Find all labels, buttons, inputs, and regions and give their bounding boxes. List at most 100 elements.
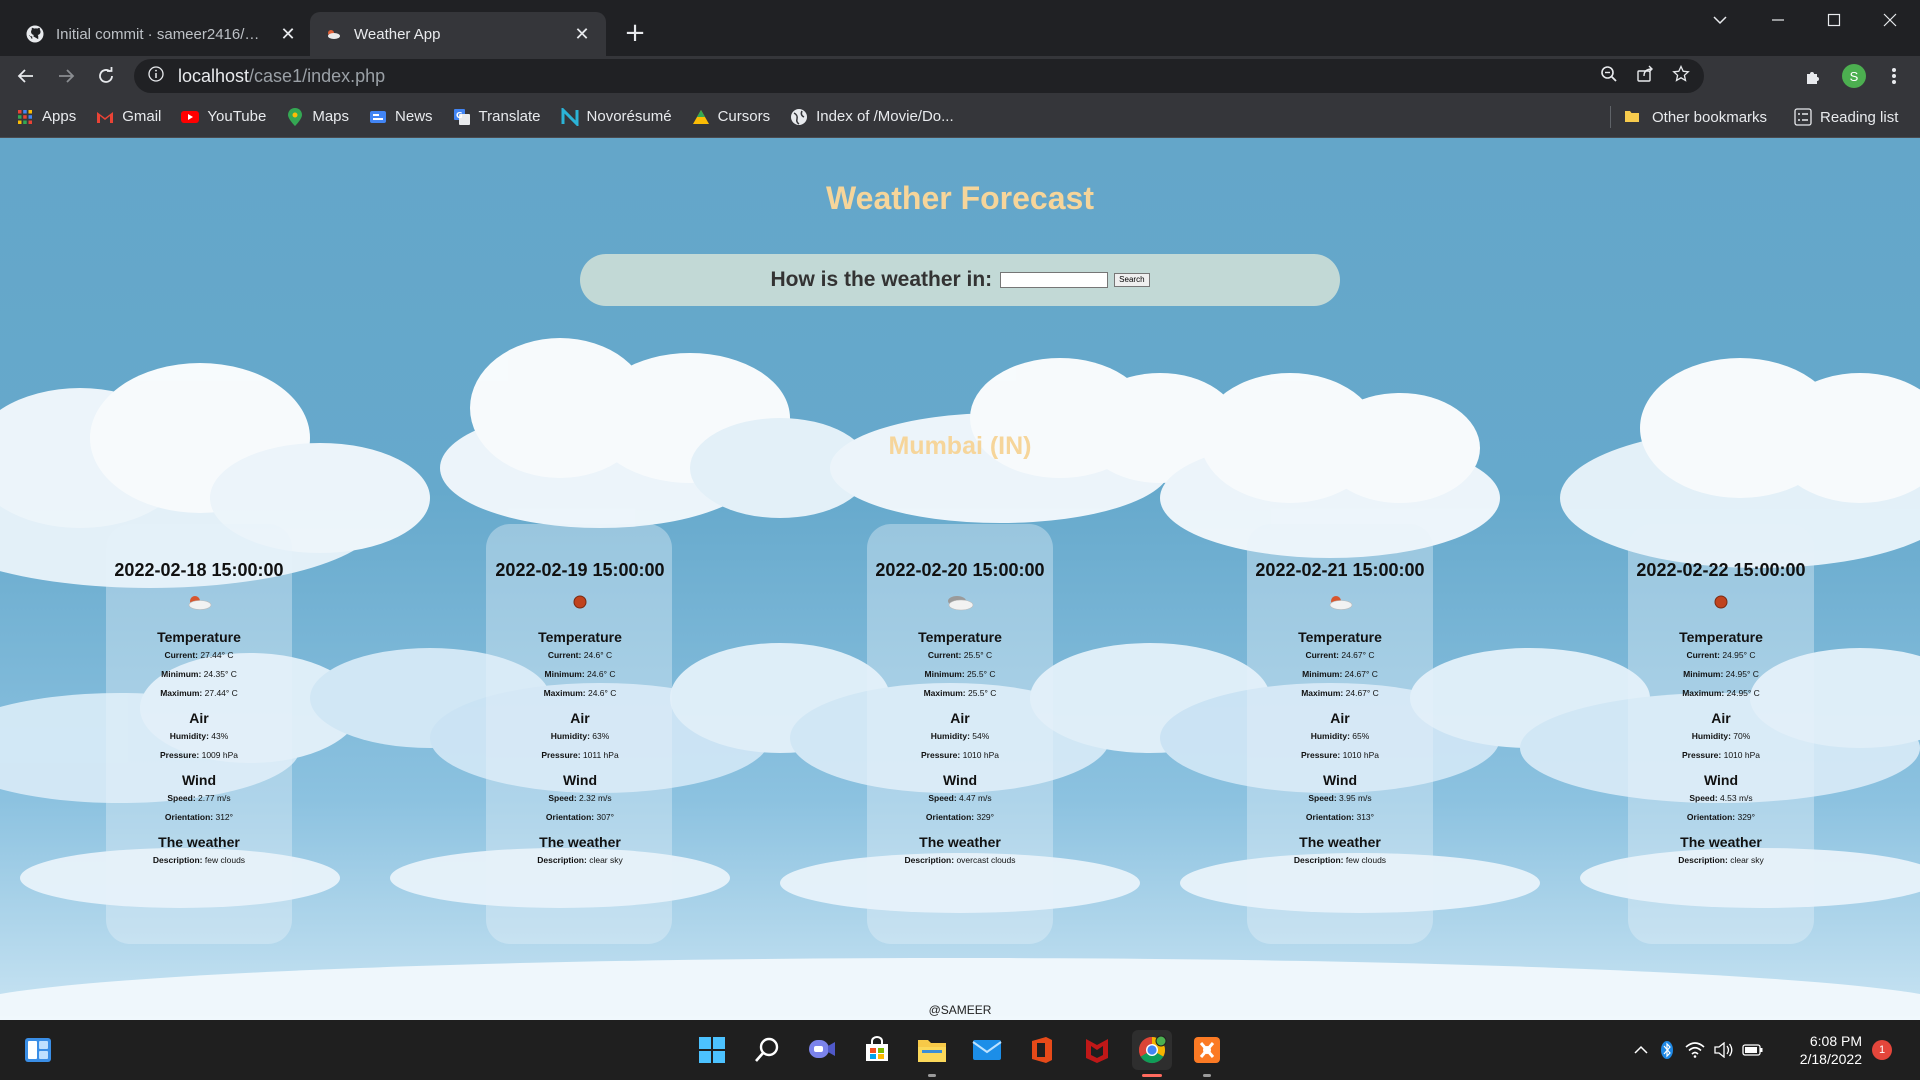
tab-weather-app[interactable]: Weather App ✕ — [310, 12, 606, 56]
field-value: 24.35° C — [203, 669, 237, 679]
news-icon — [369, 108, 387, 126]
bluetooth-icon[interactable] — [1654, 1040, 1680, 1060]
temp-minimum: Minimum: 24.95° C — [1531, 665, 1911, 684]
back-icon[interactable] — [10, 60, 42, 92]
bookmark-apps[interactable]: Apps — [16, 108, 76, 126]
bookmark-translate[interactable]: G Translate — [453, 108, 541, 126]
new-tab-button[interactable]: + — [620, 18, 650, 48]
minimize-icon[interactable] — [1750, 0, 1806, 40]
novoresume-icon — [561, 107, 579, 126]
menu-kebab-icon[interactable] — [1878, 60, 1910, 92]
field-label: Description: — [1678, 855, 1728, 865]
wifi-icon[interactable] — [1680, 1042, 1710, 1058]
field-value: 24.6° C — [583, 650, 613, 660]
field-label: Minimum: — [1302, 669, 1343, 679]
reload-icon[interactable] — [90, 60, 122, 92]
weather-heading: The weather — [158, 834, 240, 850]
search-icon[interactable] — [747, 1030, 787, 1070]
bookmark-maps[interactable]: Maps — [286, 107, 349, 126]
zoom-icon[interactable] — [1600, 65, 1618, 87]
bookmark-star-icon[interactable] — [1672, 64, 1690, 87]
air-humidity: Humidity: 63% — [390, 727, 770, 746]
city-search-input[interactable] — [1000, 272, 1109, 288]
bookmark-gmail[interactable]: Gmail — [96, 108, 161, 126]
microsoft-store-icon[interactable] — [857, 1030, 897, 1070]
close-icon[interactable]: ✕ — [572, 24, 592, 45]
mail-icon[interactable] — [967, 1030, 1007, 1070]
air-pressure: Pressure: 1010 hPa — [770, 746, 1150, 765]
temp-maximum: Maximum: 27.44° C — [9, 684, 389, 703]
close-icon[interactable]: ✕ — [278, 24, 298, 45]
field-label: Minimum: — [544, 669, 585, 679]
address-bar[interactable]: localhost/case1/index.php — [134, 59, 1704, 93]
bookmark-news[interactable]: News — [369, 108, 433, 126]
close-window-icon[interactable] — [1862, 0, 1918, 40]
xampp-icon[interactable] — [1187, 1030, 1227, 1070]
temp-minimum: Minimum: 25.5° C — [770, 665, 1150, 684]
site-info-icon[interactable] — [148, 66, 164, 86]
field-value: 24.67° C — [1345, 688, 1379, 698]
teams-chat-icon[interactable] — [802, 1030, 842, 1070]
bookmark-youtube[interactable]: YouTube — [181, 108, 266, 126]
air-heading: Air — [950, 710, 970, 726]
bookmarks-bar: Apps Gmail YouTube Maps News G Translate — [0, 96, 1920, 138]
extensions-icon[interactable] — [1798, 60, 1830, 92]
bookmark-cursors[interactable]: Cursors — [692, 108, 770, 126]
folder-icon — [1624, 108, 1642, 126]
field-value: 25.5° C — [967, 669, 996, 679]
temperature-heading: Temperature — [1298, 629, 1382, 645]
share-icon[interactable] — [1636, 65, 1654, 87]
field-value: 24.95° C — [1722, 650, 1756, 660]
field-value: 24.67° C — [1344, 669, 1378, 679]
temp-maximum: Maximum: 24.67° C — [1150, 684, 1530, 703]
search-form: How is the weather in: Search — [580, 254, 1340, 306]
field-label: Description: — [152, 855, 203, 865]
apps-grid-icon — [16, 108, 34, 126]
other-bookmarks[interactable]: Other bookmarks — [1624, 96, 1767, 138]
maximize-icon[interactable] — [1806, 0, 1862, 40]
field-label: Minimum: — [161, 669, 202, 679]
temp-maximum: Maximum: 25.5° C — [770, 684, 1150, 703]
tab-title: Weather App — [354, 25, 441, 43]
field-value: 25.5° C — [963, 650, 993, 660]
bookmark-novoresume[interactable]: Novorésumé — [561, 107, 672, 126]
air-pressure: Pressure: 1010 hPa — [1150, 746, 1530, 765]
windows-start-icon[interactable] — [692, 1030, 732, 1070]
field-label: Humidity: — [1691, 731, 1731, 741]
wind-heading: Wind — [1322, 772, 1358, 788]
running-indicator — [928, 1074, 936, 1077]
reading-list[interactable]: Reading list — [1794, 96, 1898, 138]
notification-badge[interactable]: 1 — [1872, 1040, 1892, 1060]
file-explorer-icon[interactable] — [912, 1030, 952, 1070]
search-button[interactable]: Search — [1114, 273, 1150, 287]
forecast-date: 2022-02-20 15:00:00 — [875, 560, 1045, 580]
profile-avatar[interactable]: S — [1838, 60, 1870, 92]
wind-speed: Speed: 3.95 m/s — [1150, 789, 1530, 808]
field-label: Current: — [547, 650, 582, 660]
running-indicator — [1203, 1074, 1211, 1077]
taskbar-clock[interactable]: 6:08 PM 2/18/2022 — [1800, 1032, 1862, 1068]
widgets-icon[interactable] — [18, 1030, 58, 1070]
bookmark-index-movie[interactable]: Index of /Movie/Do... — [790, 108, 954, 126]
field-value: 43% — [211, 731, 229, 741]
field-label: Humidity: — [550, 731, 590, 741]
wind-heading: Wind — [1703, 772, 1739, 788]
search-label: How is the weather in: — [770, 268, 993, 291]
field-value: 307° — [596, 812, 615, 822]
field-label: Maximum: — [1301, 688, 1344, 698]
field-value: 24.67° C — [1341, 650, 1375, 660]
mcafee-icon[interactable] — [1077, 1030, 1117, 1070]
tab-search-chevron-icon[interactable] — [1692, 0, 1748, 40]
office-icon[interactable] — [1022, 1030, 1062, 1070]
tray-chevron-up-icon[interactable] — [1628, 1045, 1654, 1055]
volume-icon[interactable] — [1710, 1042, 1738, 1058]
tab-github[interactable]: Initial commit · sameer2416/weat ✕ — [12, 12, 312, 56]
battery-icon[interactable] — [1738, 1043, 1768, 1057]
forward-icon[interactable] — [50, 60, 82, 92]
cursors-icon — [692, 108, 710, 126]
air-humidity: Humidity: 54% — [770, 727, 1150, 746]
url-text[interactable]: localhost/case1/index.php — [178, 66, 385, 87]
forecast-card: 2022-02-20 15:00:00 Temperature Current: 2… — [770, 558, 1150, 870]
chrome-icon[interactable] — [1132, 1030, 1172, 1070]
field-value: 24.95° C — [1725, 669, 1759, 679]
